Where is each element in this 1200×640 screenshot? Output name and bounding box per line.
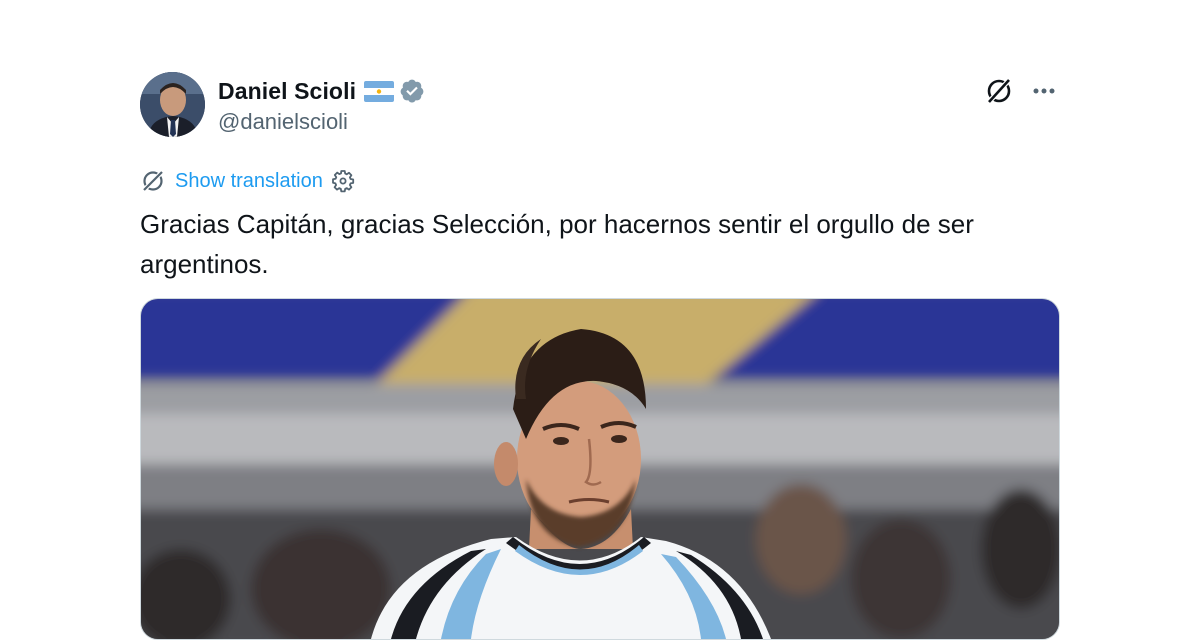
tweet-text: Gracias Capitán, gracias Selección, por … bbox=[140, 209, 974, 279]
player-photo bbox=[141, 299, 1059, 639]
tweet-header: Daniel Scioli @danielscioli bbox=[140, 72, 1058, 138]
gear-icon[interactable] bbox=[331, 169, 355, 193]
more-options-icon[interactable] bbox=[1030, 77, 1058, 105]
display-name-row: Daniel Scioli bbox=[218, 76, 425, 106]
show-translation-link[interactable]: Show translation bbox=[175, 170, 323, 193]
handle[interactable]: @danielscioli bbox=[218, 109, 425, 135]
display-name[interactable]: Daniel Scioli bbox=[218, 78, 356, 105]
x-logo-icon[interactable] bbox=[984, 76, 1014, 106]
argentina-flag-icon bbox=[364, 80, 395, 102]
translation-row: Show translation bbox=[140, 168, 1058, 194]
avatar[interactable] bbox=[140, 72, 205, 137]
top-actions bbox=[984, 76, 1058, 106]
author-names: Daniel Scioli @danielscioli bbox=[218, 76, 425, 135]
avatar-image bbox=[140, 72, 205, 137]
verified-badge-icon bbox=[399, 78, 425, 104]
tweet-card: Daniel Scioli @danielscioli Show transla… bbox=[140, 72, 1060, 640]
translate-icon bbox=[140, 168, 166, 194]
tweet-media-photo[interactable] bbox=[140, 298, 1060, 640]
